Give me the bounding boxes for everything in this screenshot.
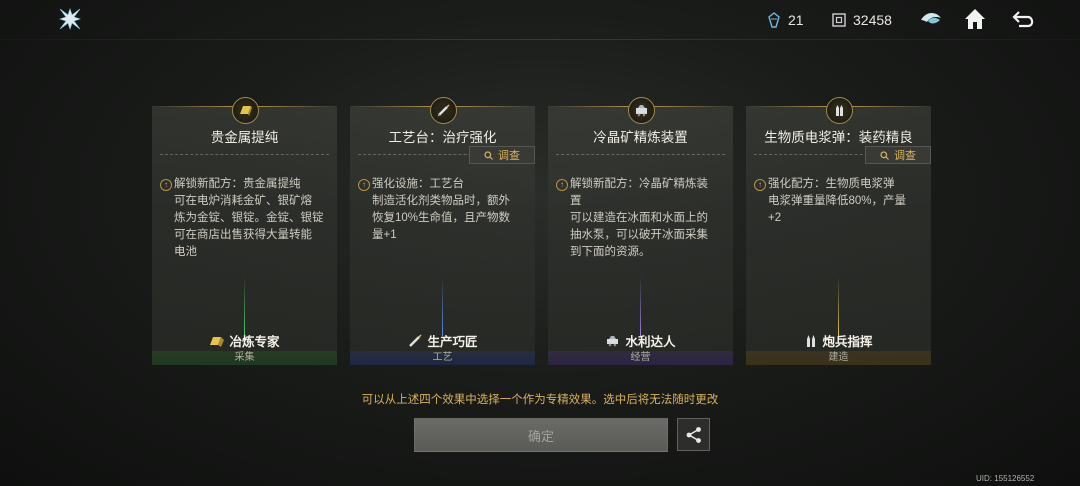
card-tag: 炮兵指挥	[746, 331, 931, 350]
search-icon	[484, 150, 493, 160]
upgrade-bullet-icon: ↑	[358, 179, 370, 191]
unlock-bullet-icon: ↑	[556, 179, 568, 191]
desc-line: 可在商店出售获得大量转能	[174, 229, 312, 241]
upgrade-bullet-icon: ↑	[754, 179, 766, 191]
card-description: ↑ 强化配方：生物质电浆弹 电浆弹重量降低80%，产量 +2	[754, 176, 924, 227]
top-bar: 21 32458	[0, 0, 1080, 40]
crystal-counter: 21	[767, 11, 804, 29]
syringe-icon	[430, 97, 457, 124]
unlock-bullet-icon: ↑	[160, 179, 172, 191]
desc-line: 电池	[174, 246, 197, 258]
desc-line: 制造活化剂类物品时，额外	[372, 195, 510, 207]
card-glow	[838, 276, 839, 336]
card-description: ↑ 解锁新配方：贵金属提纯 可在电炉消耗金矿、银矿熔 炼为金锭、银锭。金锭、银锭 …	[160, 176, 330, 261]
card-tag: 水利达人	[548, 331, 733, 350]
shells-icon	[807, 334, 816, 347]
desc-line: 可以建造在冰面和水面上的	[570, 212, 708, 224]
crystal-count: 21	[788, 12, 804, 28]
desc-line: 炼为金锭、银锭。金锭、银锭	[174, 212, 324, 224]
ingot-icon	[232, 97, 259, 124]
card-footer: 采集	[152, 351, 337, 365]
investigate-label: 调查	[894, 150, 916, 162]
card-title: 工艺台：治疗强化	[388, 130, 497, 145]
specialization-card-refining[interactable]: 贵金属提纯 ↑ 解锁新配方：贵金属提纯 可在电炉消耗金矿、银矿熔 炼为金锭、银锭。…	[152, 97, 337, 365]
share-icon	[686, 426, 701, 443]
card-separator	[556, 154, 725, 155]
card-glow	[244, 276, 245, 336]
user-id: UID: 155126552	[976, 474, 1035, 483]
coin-counter: 32458	[832, 11, 892, 29]
coin-icon	[832, 13, 846, 27]
desc-line: 到下面的资源。	[570, 246, 651, 258]
card-title: 生物质电浆弹：装药精良	[764, 130, 913, 145]
card-glow	[640, 276, 641, 336]
card-description: ↑ 强化设施：工艺台 制造活化剂类物品时，额外 恢复10%生命值，且产物数 量+1	[358, 176, 528, 244]
home-icon[interactable]	[962, 6, 988, 32]
card-tag-label: 生产巧匠	[427, 335, 478, 349]
card-tag-label: 冶炼专家	[229, 335, 280, 349]
card-footer: 工艺	[350, 351, 535, 365]
back-icon[interactable]	[1011, 6, 1037, 32]
crystal-cart-icon	[628, 97, 655, 124]
desc-line: 解锁新配方：贵金属提纯	[174, 178, 301, 190]
desc-line: 恢复10%生命值，且产物数	[372, 212, 511, 224]
desc-line: 抽水泵，可以破开冰面采集	[570, 229, 708, 241]
investigate-button[interactable]: 调查	[469, 146, 535, 164]
top-divider	[0, 39, 1080, 40]
crystal-icon	[768, 12, 780, 28]
crystal-cart-icon	[607, 335, 619, 346]
specialization-card-construction[interactable]: 生物质电浆弹：装药精良 调查 ↑ 强化配方：生物质电浆弹 电浆弹重量降低80%，产…	[746, 97, 931, 365]
selection-notice: 可以从上述四个效果中选择一个作为专精效果。选中后将无法随时更改	[361, 394, 719, 406]
specialization-card-crafting[interactable]: 工艺台：治疗强化 调查 ↑ 强化设施：工艺台 制造活化剂类物品时，额外 恢复10%…	[350, 97, 535, 365]
card-tag-label: 水利达人	[625, 335, 676, 349]
ingot-icon	[210, 336, 225, 347]
shuriken-logo-icon[interactable]	[58, 7, 82, 31]
desc-line: 强化设施：工艺台	[372, 178, 464, 190]
investigate-label: 调查	[498, 150, 520, 162]
syringe-icon	[409, 333, 423, 347]
card-tag: 冶炼专家	[152, 331, 337, 350]
desc-line: 电浆弹重量降低80%，产量	[768, 195, 907, 207]
eye-icon[interactable]	[918, 6, 944, 32]
desc-line: 量+1	[372, 229, 397, 241]
desc-line: 可在电炉消耗金矿、银矿熔	[174, 195, 312, 207]
desc-line: 置	[570, 195, 582, 207]
card-tag: 生产巧匠	[350, 331, 535, 350]
desc-line: 强化配方：生物质电浆弹	[768, 178, 895, 190]
desc-line: 解锁新配方：冷晶矿精炼装	[570, 178, 708, 190]
search-icon	[880, 150, 889, 160]
card-tag-label: 炮兵指挥	[822, 335, 873, 349]
investigate-button[interactable]: 调查	[865, 146, 931, 164]
coin-count: 32458	[853, 12, 892, 28]
desc-line: +2	[768, 212, 782, 224]
card-glow	[442, 276, 443, 336]
card-footer: 建造	[746, 351, 931, 365]
card-title: 冷晶矿精炼装置	[593, 130, 688, 145]
confirm-button[interactable]: 确定	[414, 418, 668, 452]
specialization-card-management[interactable]: 冷晶矿精炼装置 ↑ 解锁新配方：冷晶矿精炼装 置 可以建造在冰面和水面上的 抽水泵…	[548, 97, 733, 365]
card-separator	[160, 154, 329, 155]
card-description: ↑ 解锁新配方：冷晶矿精炼装 置 可以建造在冰面和水面上的 抽水泵，可以破开冰面采…	[556, 176, 726, 261]
card-footer: 经营	[548, 351, 733, 365]
shells-icon	[826, 97, 853, 124]
share-button[interactable]	[677, 418, 710, 451]
card-title: 贵金属提纯	[210, 130, 279, 145]
